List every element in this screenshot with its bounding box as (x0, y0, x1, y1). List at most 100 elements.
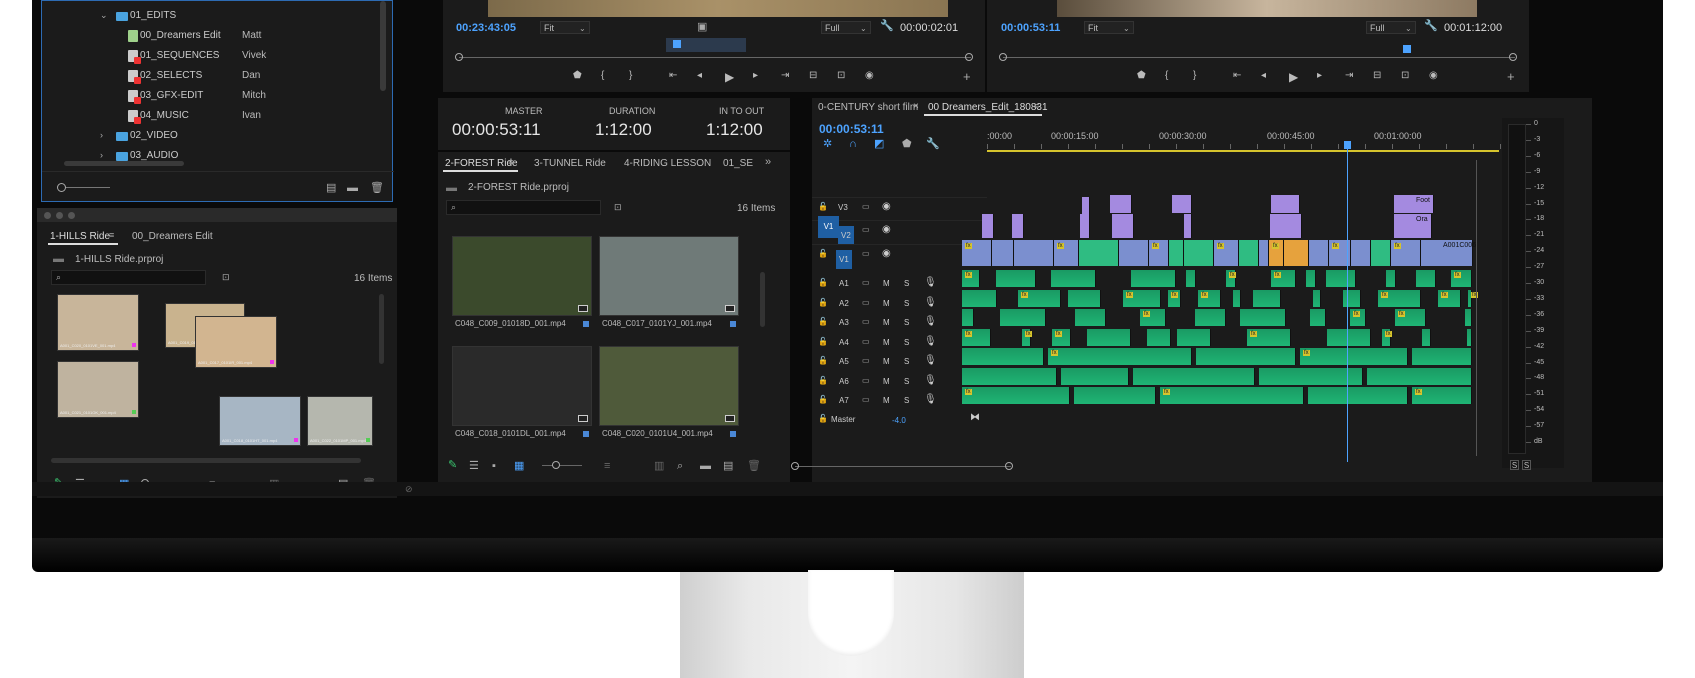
track-name[interactable]: V1 (836, 250, 852, 269)
scrub-start-handle[interactable] (455, 53, 463, 61)
track-name[interactable]: A5 (839, 357, 849, 366)
scroll-handle[interactable] (1005, 462, 1013, 470)
work-area-bar[interactable] (987, 150, 1499, 152)
audio-clip[interactable] (962, 367, 1057, 385)
add-button-icon[interactable]: + (963, 70, 971, 83)
export-frame-icon[interactable]: ◉ (1429, 70, 1438, 81)
more-tabs-icon[interactable]: » (765, 157, 771, 168)
chevron-down-icon[interactable]: ⌄ (100, 10, 108, 21)
audio-clip[interactable] (1308, 387, 1408, 404)
new-search-bin-icon[interactable]: ⊡ (614, 202, 622, 213)
tab-menu-icon[interactable]: ≡ (109, 230, 114, 241)
microphone-icon[interactable]: 🎙 (924, 355, 937, 366)
tab-se[interactable]: 01_SE (723, 158, 753, 169)
go-to-in-icon[interactable]: ⇤ (669, 70, 677, 81)
audio-clip[interactable]: fx (1140, 309, 1166, 326)
new-item-icon[interactable]: ▤ (723, 461, 733, 472)
lock-icon[interactable]: 🔓 (818, 356, 828, 365)
audio-clip[interactable] (1147, 328, 1171, 346)
lock-icon[interactable]: 🔓 (818, 317, 828, 326)
video-clip-v1[interactable] (1169, 240, 1184, 266)
sync-lock-icon[interactable]: ▭ (862, 298, 870, 307)
audio-clip[interactable] (1177, 328, 1211, 346)
solo-button[interactable]: S (904, 318, 909, 327)
audio-clip[interactable]: fx (1300, 348, 1408, 365)
scroll-handle[interactable] (791, 462, 799, 470)
source-scrubber[interactable] (459, 57, 971, 58)
scrub-start-handle[interactable] (999, 53, 1007, 61)
timeline-playhead-handle[interactable] (1344, 141, 1351, 149)
source-fit-select[interactable]: Fit ⌄ (540, 21, 590, 34)
sync-lock-icon[interactable]: ▭ (862, 225, 870, 234)
tab-menu-icon[interactable]: ≡ (508, 157, 513, 168)
audio-clip[interactable]: fx (1378, 289, 1421, 307)
video-clip-v2[interactable] (1297, 214, 1302, 238)
mute-button[interactable]: M (883, 279, 890, 288)
marker-icon[interactable]: ⬟ (1137, 70, 1146, 81)
tree-item-label[interactable]: 02_SELECTS (140, 70, 202, 81)
program-scrubber[interactable] (1003, 57, 1515, 58)
mark-in-icon[interactable]: { (1165, 70, 1168, 81)
audio-clip[interactable] (1310, 309, 1326, 326)
track-name[interactable]: A1 (839, 279, 849, 288)
snap-icon[interactable]: ✲ (823, 139, 832, 150)
audio-clip[interactable] (1386, 270, 1396, 287)
source-quality-select[interactable]: Full ⌄ (821, 21, 871, 34)
play-icon[interactable]: ▶ (1289, 70, 1298, 84)
tab-riding-lesson[interactable]: 4-RIDING LESSON (624, 158, 711, 169)
go-to-out-icon[interactable]: ⇥ (1345, 70, 1353, 81)
v1-source-patch[interactable]: V1 (818, 216, 839, 238)
bin-vscroll[interactable] (379, 294, 384, 364)
export-frame-icon[interactable]: ◉ (865, 70, 874, 81)
sync-lock-icon[interactable]: ▭ (862, 376, 870, 385)
video-clip-v2[interactable] (1270, 214, 1300, 238)
video-clip-v1[interactable] (1371, 240, 1391, 266)
window-dot[interactable] (56, 212, 63, 219)
audio-clip[interactable] (1068, 289, 1101, 307)
chevron-right-icon[interactable]: › (100, 130, 103, 140)
window-dot[interactable] (44, 212, 51, 219)
audio-clip[interactable]: fx (962, 270, 980, 287)
video-clip-v1[interactable] (1239, 240, 1259, 266)
sync-lock-icon[interactable]: ▭ (862, 356, 870, 365)
track-name[interactable]: A7 (839, 396, 849, 405)
sort-icon[interactable]: ≡ (604, 461, 610, 472)
tree-item-label[interactable]: 04_MUSIC (140, 110, 189, 121)
audio-clip[interactable] (1131, 270, 1176, 287)
new-item-icon[interactable]: ▤ (326, 183, 336, 194)
sync-lock-icon[interactable]: ▭ (862, 278, 870, 287)
microphone-icon[interactable]: 🎙 (924, 336, 937, 347)
step-back-icon[interactable]: ◂ (697, 70, 702, 81)
audio-clip[interactable]: fx (1412, 387, 1472, 404)
video-clip-v1[interactable]: fx (1214, 240, 1239, 266)
safe-margin-icon[interactable]: ▣ (697, 22, 707, 33)
audio-clip[interactable]: fx (1226, 270, 1236, 287)
track-name[interactable]: A6 (839, 377, 849, 386)
audio-clip[interactable]: fx (1160, 387, 1304, 404)
mark-in-icon[interactable]: { (601, 70, 604, 81)
video-clip-v2[interactable]: Ora (1394, 214, 1432, 238)
tree-item-label[interactable]: 00_Dreamers Edit (140, 30, 221, 41)
eye-icon[interactable]: ◉ (882, 201, 891, 212)
bin-vscroll[interactable] (760, 272, 765, 327)
video-clip-v1[interactable] (992, 240, 1014, 266)
video-clip-v1[interactable]: fx (1149, 240, 1169, 266)
audio-clip[interactable]: fx (1468, 289, 1478, 307)
wrench-icon[interactable]: 🔧 (1424, 21, 1438, 32)
video-clip-v1[interactable] (1351, 240, 1371, 266)
icon-view-icon[interactable]: ▪ (492, 461, 496, 472)
media-thumbnail[interactable]: A001_C021_0101OK_001.mp4 (57, 361, 139, 418)
tree-vscroll[interactable] (380, 1, 386, 91)
solo-button[interactable]: S (904, 377, 909, 386)
audio-clip[interactable] (1467, 328, 1472, 346)
solo-button[interactable]: S (1522, 460, 1531, 470)
solo-button[interactable]: S (904, 299, 909, 308)
video-clip-v1[interactable]: fx (1391, 240, 1421, 266)
mute-button[interactable]: M (883, 318, 890, 327)
wrench-icon[interactable]: 🔧 (880, 21, 894, 32)
mute-button[interactable]: M (883, 338, 890, 347)
sync-lock-icon[interactable]: ▭ (862, 317, 870, 326)
video-clip-v1[interactable]: fx (1054, 240, 1079, 266)
tree-item-label[interactable]: 03_AUDIO (130, 150, 178, 161)
wrench-icon[interactable]: 🔧 (926, 139, 940, 150)
